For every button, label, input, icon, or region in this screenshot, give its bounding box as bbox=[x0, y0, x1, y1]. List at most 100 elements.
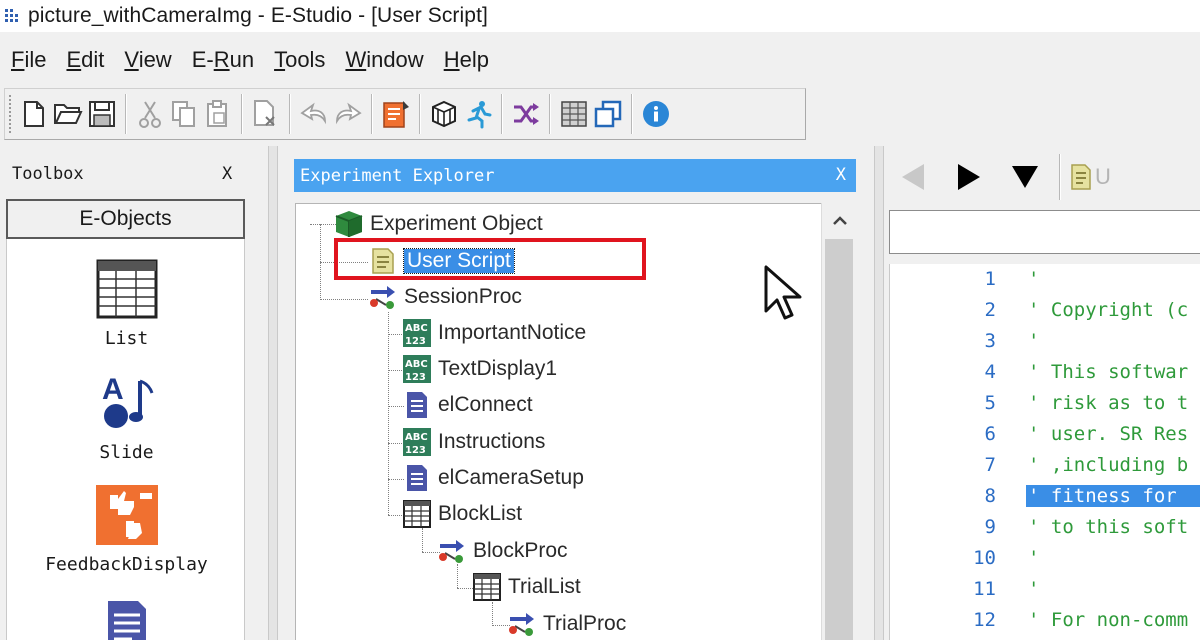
dropdown-button[interactable] bbox=[997, 157, 1053, 197]
tree-connector bbox=[388, 312, 389, 515]
tree-connector bbox=[492, 602, 493, 626]
panel-splitter[interactable] bbox=[874, 146, 884, 640]
tool-label: Slide bbox=[99, 442, 154, 463]
tree-node-trialproc[interactable]: TrialProc bbox=[507, 607, 626, 640]
run-button[interactable] bbox=[461, 95, 495, 133]
copy-icon bbox=[172, 101, 195, 127]
code-line[interactable]: 9 ' to this soft bbox=[890, 516, 1200, 547]
generate-script-button[interactable] bbox=[379, 95, 413, 133]
code-line[interactable]: 2 ' Copyright (c bbox=[890, 299, 1200, 330]
code-line[interactable]: 12 ' For non-comm bbox=[890, 609, 1200, 640]
forward-button[interactable] bbox=[941, 157, 997, 197]
code-comment: ' fitness for bbox=[1026, 485, 1200, 507]
tree-node-blockproc[interactable]: BlockProc bbox=[437, 534, 568, 568]
procedure-icon bbox=[370, 286, 395, 309]
open-button[interactable] bbox=[51, 95, 85, 133]
tree-scrollbar[interactable] bbox=[821, 203, 857, 640]
tree-node-experiment-object[interactable]: Experiment Object bbox=[334, 207, 543, 241]
code-comment: ' bbox=[1028, 268, 1040, 290]
menu-item-erun[interactable]: E-Run bbox=[192, 47, 254, 73]
menu-item-help[interactable]: Help bbox=[444, 47, 489, 73]
explorer-close-button[interactable]: X bbox=[836, 165, 846, 185]
tree-node-blocklist[interactable]: BlockList bbox=[402, 497, 522, 531]
tree-node-elconnect[interactable]: elConnect bbox=[402, 388, 533, 422]
tree-node-importantnotice[interactable]: ABC 123 ImportantNotice bbox=[402, 316, 586, 350]
svg-text:123: 123 bbox=[405, 445, 426, 456]
tree-node-label: ImportantNotice bbox=[438, 321, 587, 344]
tree-node-label: TrialProc bbox=[543, 612, 627, 635]
menu-accelerator: F bbox=[11, 47, 25, 72]
code-line[interactable]: 11 ' bbox=[890, 578, 1200, 609]
delete-button[interactable] bbox=[249, 95, 283, 133]
script-icon bbox=[1071, 164, 1091, 190]
code-line[interactable]: 6 ' user. SR Res bbox=[890, 423, 1200, 454]
shuffle-icon bbox=[514, 103, 539, 125]
text-display-icon: ABC 123 bbox=[403, 355, 431, 383]
code-comment: ' bbox=[1028, 547, 1040, 569]
procedure-icon bbox=[509, 613, 534, 636]
e-objects-tab[interactable]: E-Objects bbox=[6, 199, 245, 239]
experiment-object-button[interactable] bbox=[427, 95, 461, 133]
menu-accelerator: R bbox=[213, 47, 230, 72]
code-area[interactable]: 1 ' 2 ' Copyright (c 3 ' 4 ' This softwar 5 ' ris… bbox=[889, 264, 1200, 640]
panel-splitter[interactable] bbox=[268, 146, 278, 640]
window-button[interactable] bbox=[591, 95, 625, 133]
text-display-icon: ABC 123 bbox=[403, 319, 431, 347]
code-line[interactable]: 3 ' bbox=[890, 330, 1200, 361]
code-line[interactable]: 4 ' This softwar bbox=[890, 361, 1200, 392]
tree-node-label: TrialList bbox=[508, 575, 581, 598]
svg-text:123: 123 bbox=[405, 336, 426, 347]
tree-node-textdisplay1[interactable]: ABC 123 TextDisplay1 bbox=[402, 352, 557, 386]
menu-item-text: ools bbox=[285, 47, 326, 72]
delete-file-icon bbox=[254, 100, 275, 126]
code-comment: ' Copyright (c bbox=[1028, 299, 1189, 321]
toolbox-item-list[interactable]: List bbox=[7, 259, 246, 349]
tree-node-sessionproc[interactable]: SessionProc bbox=[368, 280, 522, 314]
menu-item-edit[interactable]: Edit bbox=[66, 47, 104, 73]
properties-button[interactable] bbox=[557, 95, 591, 133]
menu-item-tools[interactable]: Tools bbox=[274, 47, 325, 73]
toolbox-item-feedbackdisplay[interactable]: FeedbackDisplay bbox=[7, 485, 246, 575]
menu-bar: File Edit View E-Run Tools Window Help bbox=[0, 38, 1200, 82]
code-comment: ' bbox=[1028, 578, 1040, 600]
back-button[interactable] bbox=[885, 157, 941, 197]
save-button[interactable] bbox=[85, 95, 119, 133]
text-display-icon: ABC 123 bbox=[403, 428, 431, 456]
code-comment: ' to this soft bbox=[1028, 516, 1189, 538]
menu-item-view[interactable]: View bbox=[124, 47, 171, 73]
redo-button[interactable] bbox=[331, 95, 365, 133]
toolbox-item-inline[interactable] bbox=[7, 599, 246, 640]
editor-nav-bar: U bbox=[885, 146, 1200, 208]
code-line[interactable]: 8 ' fitness for bbox=[890, 485, 1200, 516]
code-line[interactable]: 5 ' risk as to t bbox=[890, 392, 1200, 423]
toolbox-close-button[interactable]: X bbox=[222, 164, 232, 184]
menu-item-text: indow bbox=[366, 47, 424, 72]
code-line[interactable]: 7 ' ,including b bbox=[890, 454, 1200, 485]
experiment-explorer-panel: Experiment Explorer X Experiment Object … bbox=[283, 146, 881, 640]
scroll-thumb[interactable] bbox=[825, 239, 853, 640]
procedure-button[interactable] bbox=[509, 95, 543, 133]
new-file-button[interactable] bbox=[17, 95, 51, 133]
cut-button[interactable] bbox=[133, 95, 167, 133]
tree-node-elcamerasetup[interactable]: elCameraSetup bbox=[402, 461, 584, 495]
menu-item-file[interactable]: File bbox=[11, 47, 46, 73]
about-button[interactable] bbox=[639, 95, 673, 133]
code-comment: ' bbox=[1028, 330, 1040, 352]
code-comment: ' For non-comm bbox=[1028, 609, 1189, 631]
paste-button[interactable] bbox=[201, 95, 235, 133]
tree-connector bbox=[310, 224, 336, 225]
toolbar-grip[interactable] bbox=[9, 95, 13, 133]
chevron-up-icon bbox=[833, 216, 847, 225]
code-line[interactable]: 1 ' bbox=[890, 268, 1200, 299]
tree-node-instructions[interactable]: ABC 123 Instructions bbox=[402, 425, 545, 459]
scroll-up-button[interactable] bbox=[822, 203, 858, 237]
toolbox-item-slide[interactable]: A Slide bbox=[7, 371, 246, 463]
grid-icon bbox=[561, 101, 587, 127]
code-comment: ' This softwar bbox=[1028, 361, 1189, 383]
copy-button[interactable] bbox=[167, 95, 201, 133]
menu-accelerator: H bbox=[443, 47, 460, 72]
tree-node-triallist[interactable]: TrialList bbox=[472, 570, 581, 604]
undo-button[interactable] bbox=[297, 95, 331, 133]
code-line[interactable]: 10 ' bbox=[890, 547, 1200, 578]
menu-item-window[interactable]: Window bbox=[345, 47, 423, 73]
